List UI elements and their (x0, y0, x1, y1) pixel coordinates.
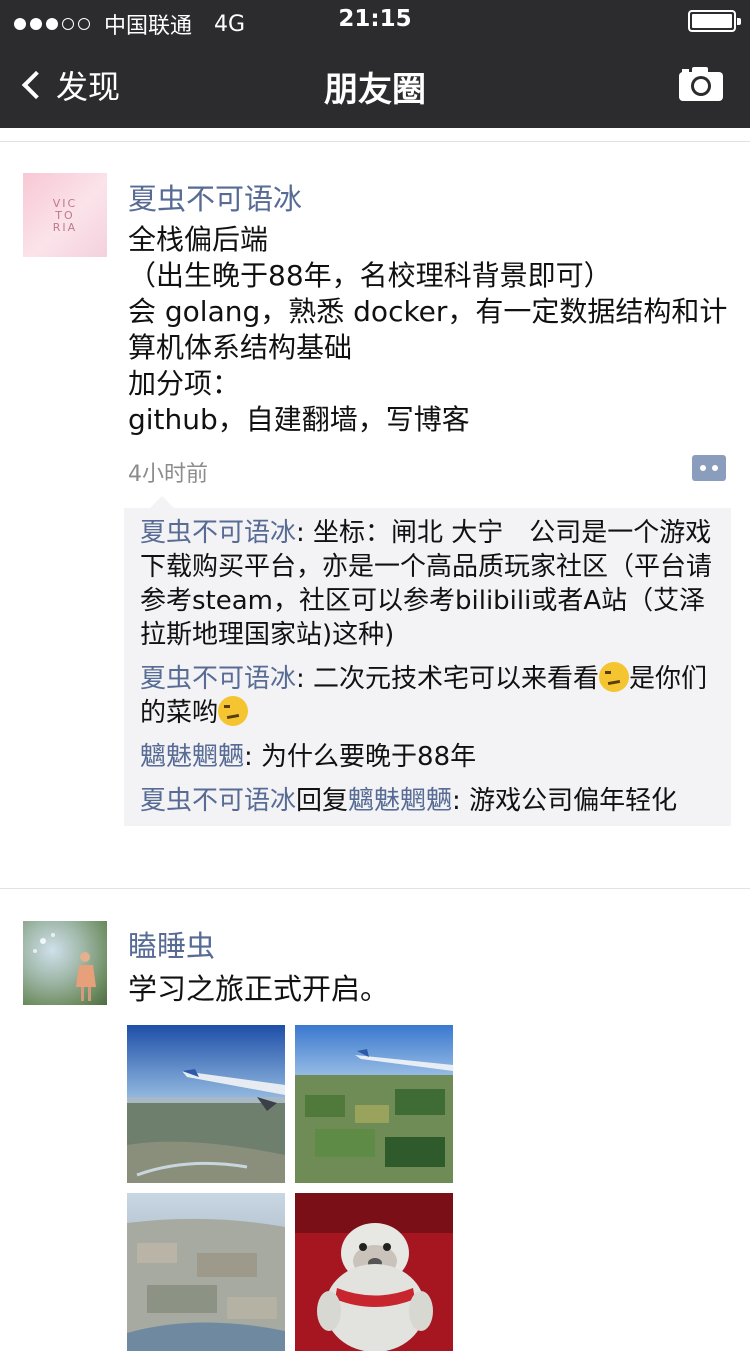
page-title: 朋友圈 (324, 70, 426, 110)
comment-item[interactable]: 夏虫不可语冰回复魑魅魍魉: 游戏公司偏年轻化 (140, 784, 717, 818)
post-text: 学习之旅正式开启。 (128, 972, 390, 1006)
smirk-emoji-icon (218, 696, 249, 726)
comment-text: : 二次元技术宅可以来看看 (296, 664, 600, 694)
smirk-emoji-icon (599, 662, 630, 692)
comment-item[interactable]: 夏虫不可语冰: 坐标：闸北 大宁 公司是一个游戏下载购买平台，亦是一个高品质玩家… (140, 516, 717, 652)
svg-text:RIA: RIA (53, 221, 77, 234)
comment-item[interactable]: 魑魅魍魉: 为什么要晚于88年 (140, 740, 717, 774)
avatar-logo: VIC TO RIA (53, 197, 77, 234)
post-text: 全栈偏后端 （出生晚于88年，名校理科背景即可） 会 golang，熟悉 doc… (128, 223, 728, 436)
avatar[interactable] (23, 921, 107, 1005)
commenter-name[interactable]: 夏虫不可语冰 (140, 664, 296, 694)
comment-text: : 游戏公司偏年轻化 (452, 786, 678, 816)
comment-item[interactable]: 夏虫不可语冰: 二次元技术宅可以来看看 是你们的菜哟 (140, 662, 717, 730)
camera-icon[interactable] (678, 66, 724, 102)
comment-more-icon[interactable] (692, 455, 726, 481)
avatar-figure (33, 933, 96, 1001)
photo-thumbnail[interactable] (127, 1025, 285, 1183)
reply-to-name[interactable]: 魑魅魍魉 (348, 786, 452, 816)
comment-text: : 为什么要晚于88年 (244, 742, 477, 772)
poster-name[interactable]: 瞌睡虫 (128, 923, 215, 965)
photo-grid (127, 1025, 453, 1351)
status-time: 21:15 (338, 6, 412, 32)
poster-name[interactable]: 夏虫不可语冰 (128, 176, 302, 218)
nav-bar: 发现 朋友圈 (0, 40, 750, 128)
photo-thumbnail[interactable] (127, 1193, 285, 1351)
status-bar: 中国联通 4G 21:15 (0, 0, 750, 40)
post-time: 4小时前 (128, 462, 208, 487)
comment-list: 夏虫不可语冰: 坐标：闸北 大宁 公司是一个游戏下载购买平台，亦是一个高品质玩家… (124, 496, 731, 826)
commenter-name[interactable]: 夏虫不可语冰 (140, 786, 296, 816)
commenter-name[interactable]: 夏虫不可语冰 (140, 518, 296, 548)
commenter-name[interactable]: 魑魅魍魉 (140, 742, 244, 772)
photo-thumbnail[interactable] (295, 1025, 453, 1183)
reply-word: 回复 (296, 786, 349, 816)
photo-thumbnail[interactable] (295, 1193, 453, 1351)
avatar[interactable]: VIC TO RIA (23, 173, 107, 257)
moment-post: VIC TO RIA 夏虫不可语冰 全栈偏后端 （出生晚于88年，名校理科背景即… (0, 141, 750, 889)
battery-icon (688, 10, 741, 32)
